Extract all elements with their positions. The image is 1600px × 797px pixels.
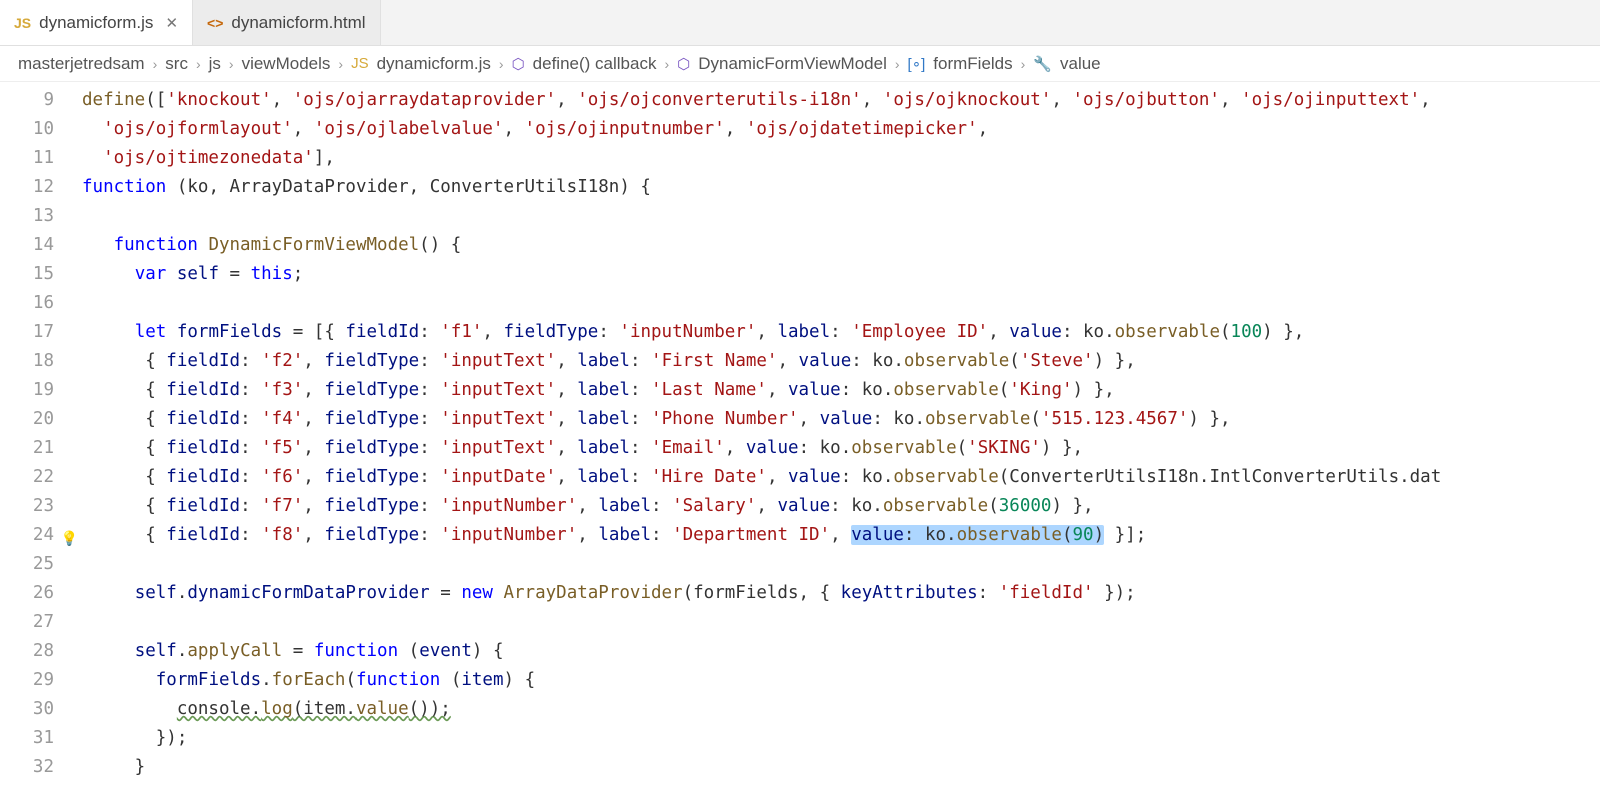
tab-dynamicform-js[interactable]: JS dynamicform.js ✕: [0, 0, 193, 45]
chevron-right-icon: ›: [664, 56, 669, 72]
breadcrumb-item[interactable]: value: [1060, 54, 1101, 74]
chevron-right-icon: ›: [153, 56, 158, 72]
tab-label: dynamicform.html: [231, 13, 365, 33]
variable-icon: [∘]: [908, 55, 926, 73]
breadcrumb-item[interactable]: DynamicFormViewModel: [698, 54, 887, 74]
close-icon[interactable]: ✕: [165, 14, 178, 32]
line-gutter: 91011121314151617181920212223💡2425262728…: [0, 82, 82, 797]
chevron-right-icon: ›: [338, 56, 343, 72]
breadcrumb-item[interactable]: viewModels: [242, 54, 331, 74]
chevron-right-icon: ›: [895, 56, 900, 72]
breadcrumb-item[interactable]: dynamicform.js: [377, 54, 491, 74]
chevron-right-icon: ›: [229, 56, 234, 72]
breadcrumb-item[interactable]: js: [209, 54, 221, 74]
lightbulb-icon[interactable]: 💡: [61, 525, 78, 554]
editor-tabs: JS dynamicform.js ✕ <> dynamicform.html: [0, 0, 1600, 46]
breadcrumb-item[interactable]: src: [165, 54, 188, 74]
tab-dynamicform-html[interactable]: <> dynamicform.html: [193, 0, 381, 45]
breadcrumb-item[interactable]: masterjetredsam: [18, 54, 145, 74]
class-icon: ⬡: [677, 55, 690, 73]
html-file-icon: <>: [207, 15, 223, 31]
code-editor[interactable]: 91011121314151617181920212223💡2425262728…: [0, 82, 1600, 797]
chevron-right-icon: ›: [499, 56, 504, 72]
breadcrumb-item[interactable]: formFields: [933, 54, 1012, 74]
chevron-right-icon: ›: [196, 56, 201, 72]
js-file-icon: JS: [351, 55, 369, 72]
breadcrumb: masterjetredsam › src › js › viewModels …: [0, 46, 1600, 82]
method-icon: ⬡: [512, 55, 525, 73]
wrench-icon: 🔧: [1033, 55, 1052, 73]
js-file-icon: JS: [14, 15, 31, 31]
breadcrumb-item[interactable]: define() callback: [533, 54, 657, 74]
code-content[interactable]: define(['knockout', 'ojs/ojarraydataprov…: [82, 82, 1600, 797]
chevron-right-icon: ›: [1021, 56, 1026, 72]
tab-label: dynamicform.js: [39, 13, 153, 33]
